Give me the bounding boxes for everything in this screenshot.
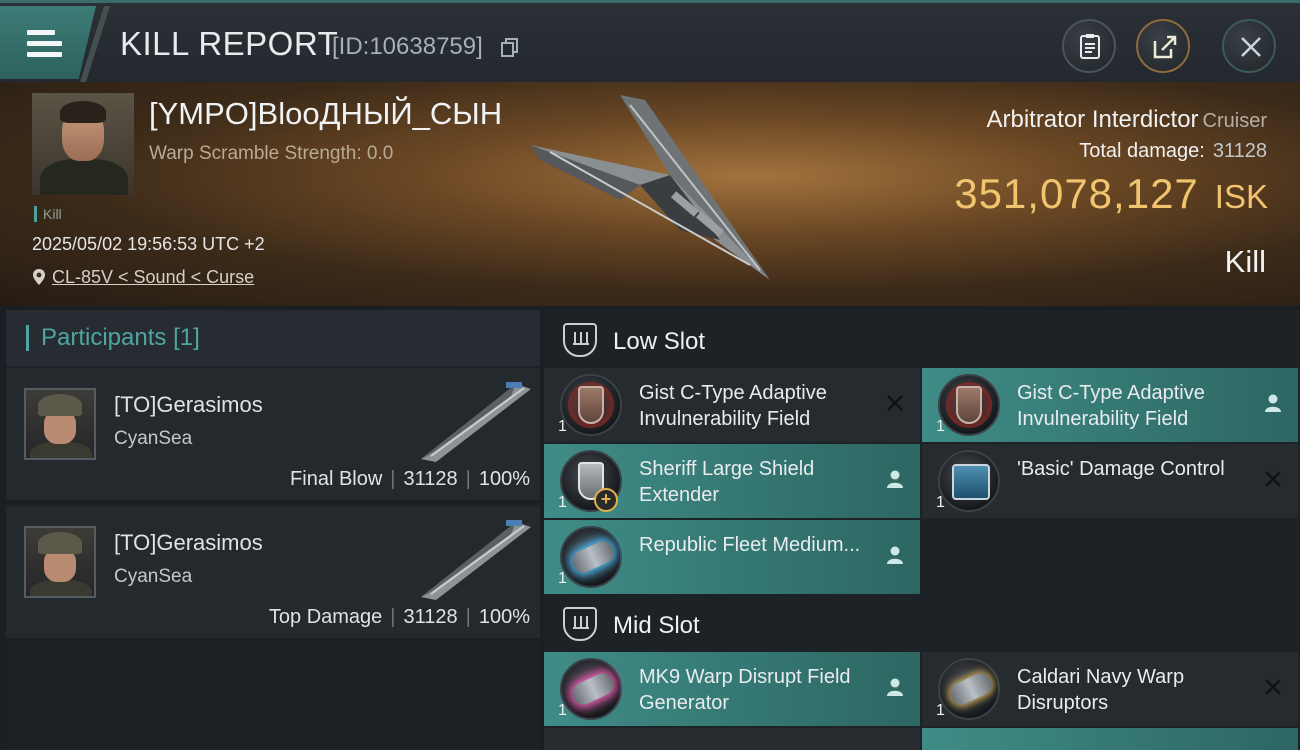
module-name: Sheriff Large Shield Extender	[639, 458, 815, 506]
kill-tag: Kill	[34, 206, 62, 222]
share-button[interactable]	[1136, 19, 1190, 73]
module-name: Gist C-Type Adaptive Invulnerability Fie…	[1017, 382, 1205, 430]
destroyed-icon	[1265, 679, 1281, 695]
damage-control-icon	[938, 450, 1000, 512]
module-quantity: 1	[936, 702, 945, 719]
participant-role: Top Damage	[268, 606, 383, 628]
share-icon	[1153, 35, 1177, 59]
participant-card[interactable]: [TO]Gerasimos CyanSea Top Damage | 31128 | 1…	[6, 506, 540, 640]
total-damage: Total damage: 31128	[1079, 140, 1267, 162]
warp-scramble-strength: Warp Scramble Strength: 0.0	[149, 143, 394, 164]
module-item-partial[interactable]	[922, 728, 1298, 750]
module-item[interactable]: 1 MK9 Warp Disrupt Field Generator	[544, 652, 920, 726]
participant-role: Final Blow	[290, 468, 383, 490]
mid-slot-header: Mid Slot	[544, 596, 1300, 652]
module-name: MK9 Warp Disrupt Field Generator	[639, 666, 851, 714]
participant-name[interactable]: [TO]Gerasimos	[114, 392, 263, 418]
module-item[interactable]: + 1 Sheriff Large Shield Extender	[544, 444, 920, 518]
module-quantity: 1	[558, 702, 567, 719]
participant-avatar[interactable]	[24, 388, 96, 460]
hamburger-icon	[27, 30, 62, 63]
participant-card[interactable]: [TO]Gerasimos CyanSea Final Blow | 31128 | 1…	[6, 368, 540, 502]
shield-hardener-icon	[560, 374, 622, 436]
module-quantity: 1	[936, 418, 945, 435]
low-slot-header: Low Slot	[544, 312, 1300, 368]
fitting-panel: Low Slot 1 Gist C-Type Adaptive Invulner…	[544, 310, 1300, 750]
participant-damage: 31128	[403, 468, 458, 490]
participants-header: Participants [1]	[6, 310, 540, 366]
module-name: 'Basic' Damage Control	[1017, 458, 1225, 480]
module-quantity: 1	[558, 570, 567, 587]
module-item[interactable]: 1 Gist C-Type Adaptive Invulnerability F…	[922, 368, 1298, 442]
isk-value: 351,078,127 ISK	[954, 170, 1268, 217]
warp-disruptor-icon	[938, 658, 1000, 720]
participant-percent: 100%	[478, 606, 530, 628]
mid-slot-label: Mid Slot	[613, 612, 700, 639]
victim-ship-image[interactable]	[520, 90, 790, 290]
mid-slot-icon	[563, 607, 597, 641]
participant-stats: Top Damage | 31128 | 100%	[268, 606, 530, 628]
module-item[interactable]: 1 Republic Fleet Medium...	[544, 520, 920, 594]
clipboard-button[interactable]	[1062, 19, 1116, 73]
victim-avatar[interactable]	[32, 93, 134, 195]
person-icon	[1265, 394, 1281, 412]
ship-class: Cruiser	[1202, 110, 1267, 132]
victim-name[interactable]: [YMPO]BlooДНЫЙ_СЫН	[149, 96, 502, 132]
kill-timestamp: 2025/05/02 19:56:53 UTC +2	[32, 234, 265, 254]
result-label: Kill	[1224, 244, 1266, 279]
person-icon	[887, 546, 903, 564]
participant-corp: CyanSea	[114, 428, 193, 449]
clipboard-icon	[1080, 34, 1100, 59]
location-link[interactable]: CL-85V < Sound < Curse	[52, 267, 254, 287]
module-quantity: 1	[936, 494, 945, 511]
afterburner-icon	[560, 526, 622, 588]
module-item[interactable]: 1 'Basic' Damage Control	[922, 444, 1298, 518]
person-icon	[887, 470, 903, 488]
victim-ship-name[interactable]: Arbitrator Interdictor Cruiser	[986, 106, 1267, 134]
destroyed-icon	[887, 395, 903, 411]
module-name: Gist C-Type Adaptive Invulnerability Fie…	[639, 382, 827, 430]
low-slot-label: Low Slot	[613, 328, 706, 355]
participant-avatar[interactable]	[24, 526, 96, 598]
close-icon	[1241, 37, 1261, 57]
participant-name[interactable]: [TO]Gerasimos	[114, 530, 263, 556]
module-name: Republic Fleet Medium...	[639, 534, 861, 556]
destroyed-icon	[1265, 471, 1281, 487]
participants-count: [1]	[173, 324, 200, 351]
participant-corp: CyanSea	[114, 566, 193, 587]
person-icon	[887, 678, 903, 696]
participant-ship-image[interactable]	[416, 512, 536, 602]
participant-stats: Final Blow | 31128 | 100%	[290, 468, 530, 490]
low-slot-icon	[563, 323, 597, 357]
menu-button[interactable]	[0, 6, 96, 79]
location-pin-icon	[33, 269, 45, 285]
module-name: Caldari Navy Warp Disruptors	[1017, 666, 1185, 714]
module-item[interactable]: 1 Gist C-Type Adaptive Invulnerability F…	[544, 368, 920, 442]
close-button[interactable]	[1222, 19, 1276, 73]
participant-ship-image[interactable]	[416, 374, 536, 464]
module-quantity: 1	[558, 418, 567, 435]
copy-icon[interactable]	[501, 38, 519, 58]
module-quantity: 1	[558, 494, 567, 511]
module-item-partial[interactable]	[544, 728, 920, 750]
report-id: [ID:10638759]	[332, 33, 483, 60]
kill-location[interactable]: CL-85V < Sound < Curse	[32, 267, 254, 288]
victim-banner: [YMPO]BlooДНЫЙ_СЫН Warp Scramble Strengt…	[0, 82, 1300, 306]
participant-damage: 31128	[403, 606, 458, 628]
shield-hardener-icon	[938, 374, 1000, 436]
shield-extender-icon: +	[560, 450, 622, 512]
participant-percent: 100%	[478, 468, 530, 490]
participants-panel: Participants [1] [TO]Gerasimos CyanSea F…	[6, 310, 540, 750]
top-bar: KILL REPORT [ID:10638759]	[0, 0, 1300, 82]
module-item[interactable]: 1 Caldari Navy Warp Disruptors	[922, 652, 1298, 726]
warp-disrupt-field-icon	[560, 658, 622, 720]
page-title: KILL REPORT	[120, 25, 339, 62]
